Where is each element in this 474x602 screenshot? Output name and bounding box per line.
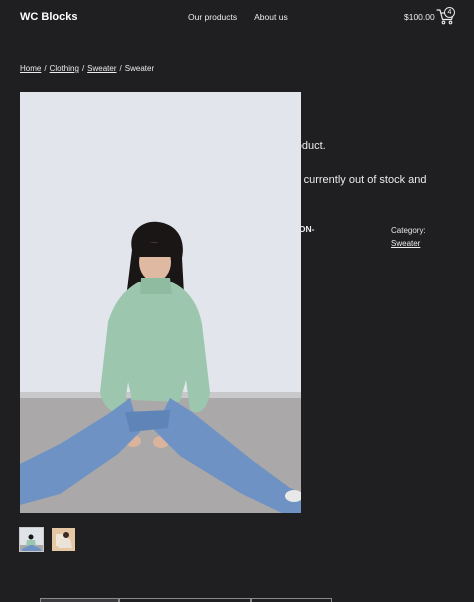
thumbnail-green-sweater-icon: [20, 528, 43, 551]
product-sku: FASION-: [296, 224, 315, 234]
breadcrumb-separator: /: [44, 64, 47, 73]
thumbnail-1[interactable]: [19, 527, 44, 552]
breadcrumb-home[interactable]: Home: [20, 64, 41, 73]
thumbnail-beige-sweater-icon: [52, 528, 75, 551]
breadcrumb-current: Sweater: [124, 64, 155, 73]
stock-status: ct is currently out of stock and: [296, 174, 427, 186]
nav-about-us[interactable]: About us: [254, 12, 288, 22]
main-nav: Our products About us: [188, 12, 288, 22]
category-link[interactable]: Sweater: [391, 239, 420, 248]
site-title[interactable]: WC Blocks: [20, 11, 77, 23]
breadcrumb-clothing[interactable]: Clothing: [50, 64, 79, 73]
breadcrumb: Home / Clothing / Sweater / Sweater: [20, 64, 154, 73]
breadcrumb-sweater[interactable]: Sweater: [87, 64, 116, 73]
tab-additional-information[interactable]: [119, 598, 251, 602]
cart-count-badge: 4: [444, 7, 455, 18]
product-short-description: riable product.: [296, 140, 326, 152]
nav-our-products[interactable]: Our products: [188, 12, 237, 22]
product-main-image[interactable]: [20, 92, 301, 513]
thumbnail-2[interactable]: [52, 528, 75, 551]
breadcrumb-separator: /: [81, 64, 85, 73]
product-title: ater: [296, 88, 416, 121]
tab-reviews[interactable]: [251, 598, 332, 602]
tab-description[interactable]: [40, 598, 119, 602]
category-label: Category:: [391, 226, 426, 235]
cart-total[interactable]: $100.00: [404, 12, 435, 22]
site-header: WC Blocks Our products About us $100.00 …: [0, 0, 474, 36]
product-photo-icon: [20, 92, 301, 513]
breadcrumb-separator: /: [119, 64, 122, 73]
